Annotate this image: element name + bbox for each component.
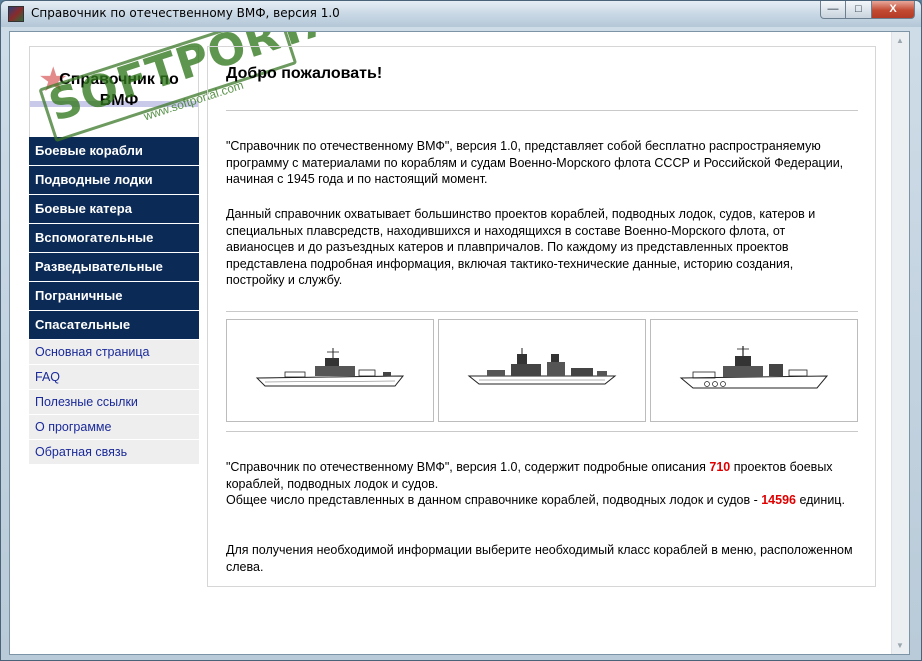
ship-image-1[interactable]: [226, 319, 434, 422]
ship-silhouette-icon: [679, 345, 829, 388]
scroll-down-icon[interactable]: ▼: [892, 637, 908, 654]
logo-title: Справочник по ВМФ: [59, 71, 179, 109]
divider: [226, 110, 858, 111]
total-prefix: Общее число представленных в данном спра…: [226, 493, 762, 507]
page-title: Добро пожаловать!: [226, 65, 383, 82]
stats-text: "Справочник по отечественному ВМФ", верс…: [226, 459, 854, 509]
window-controls: — □ X: [820, 1, 915, 20]
category-auxiliary[interactable]: Вспомогательные: [29, 224, 199, 252]
link-useful-links[interactable]: Полезные ссылки: [29, 390, 199, 414]
divider: [226, 311, 858, 312]
category-warships[interactable]: Боевые корабли: [29, 137, 199, 165]
stats-prefix: "Справочник по отечественному ВМФ", верс…: [226, 460, 710, 474]
ship-gallery: [226, 319, 858, 422]
link-about[interactable]: О программе: [29, 415, 199, 439]
link-home[interactable]: Основная страница: [29, 340, 199, 364]
link-menu: Основная страница FAQ Полезные ссылки О …: [29, 340, 199, 464]
description-text: Данный справочник охватывает большинство…: [226, 207, 816, 287]
instruction-text: Для получения необходимой информации выб…: [226, 543, 853, 574]
ship-image-2[interactable]: [438, 319, 646, 422]
category-reconnaissance[interactable]: Разведывательные: [29, 253, 199, 281]
sidebar: ★ Справочник по ВМФ Боевые корабли Подво…: [29, 46, 199, 465]
logo: ★ Справочник по ВМФ: [29, 46, 199, 137]
main-content: Добро пожаловать! "Справочник по отечест…: [207, 46, 876, 587]
scroll-up-icon[interactable]: ▲: [892, 32, 908, 49]
window-title: Справочник по отечественному ВМФ, версия…: [31, 6, 340, 20]
app-icon[interactable]: [8, 6, 24, 22]
link-feedback[interactable]: Обратная связь: [29, 440, 199, 464]
client-area: ★ Справочник по ВМФ Боевые корабли Подво…: [9, 31, 910, 655]
maximize-button[interactable]: □: [846, 1, 872, 19]
ship-silhouette-icon: [467, 348, 617, 385]
divider: [226, 431, 858, 432]
projects-count: 710: [709, 460, 731, 474]
category-border-guard[interactable]: Пограничные: [29, 282, 199, 310]
vertical-scrollbar[interactable]: ▲ ▼: [891, 32, 909, 654]
intro-text: "Справочник по отечественному ВМФ", верс…: [226, 139, 844, 186]
category-rescue[interactable]: Спасательные: [29, 311, 199, 339]
total-count: 14596: [761, 493, 796, 507]
link-faq[interactable]: FAQ: [29, 365, 199, 389]
app-window: Справочник по отечественному ВМФ, версия…: [0, 0, 922, 661]
title-bar[interactable]: Справочник по отечественному ВМФ, версия…: [1, 1, 921, 27]
category-menu: Боевые корабли Подводные лодки Боевые ка…: [29, 137, 199, 339]
minimize-button[interactable]: —: [820, 1, 846, 19]
category-combat-boats[interactable]: Боевые катера: [29, 195, 199, 223]
total-suffix: единиц.: [795, 493, 845, 507]
ship-image-3[interactable]: [650, 319, 858, 422]
category-submarines[interactable]: Подводные лодки: [29, 166, 199, 194]
ship-silhouette-icon: [255, 348, 405, 387]
close-button[interactable]: X: [872, 1, 915, 19]
